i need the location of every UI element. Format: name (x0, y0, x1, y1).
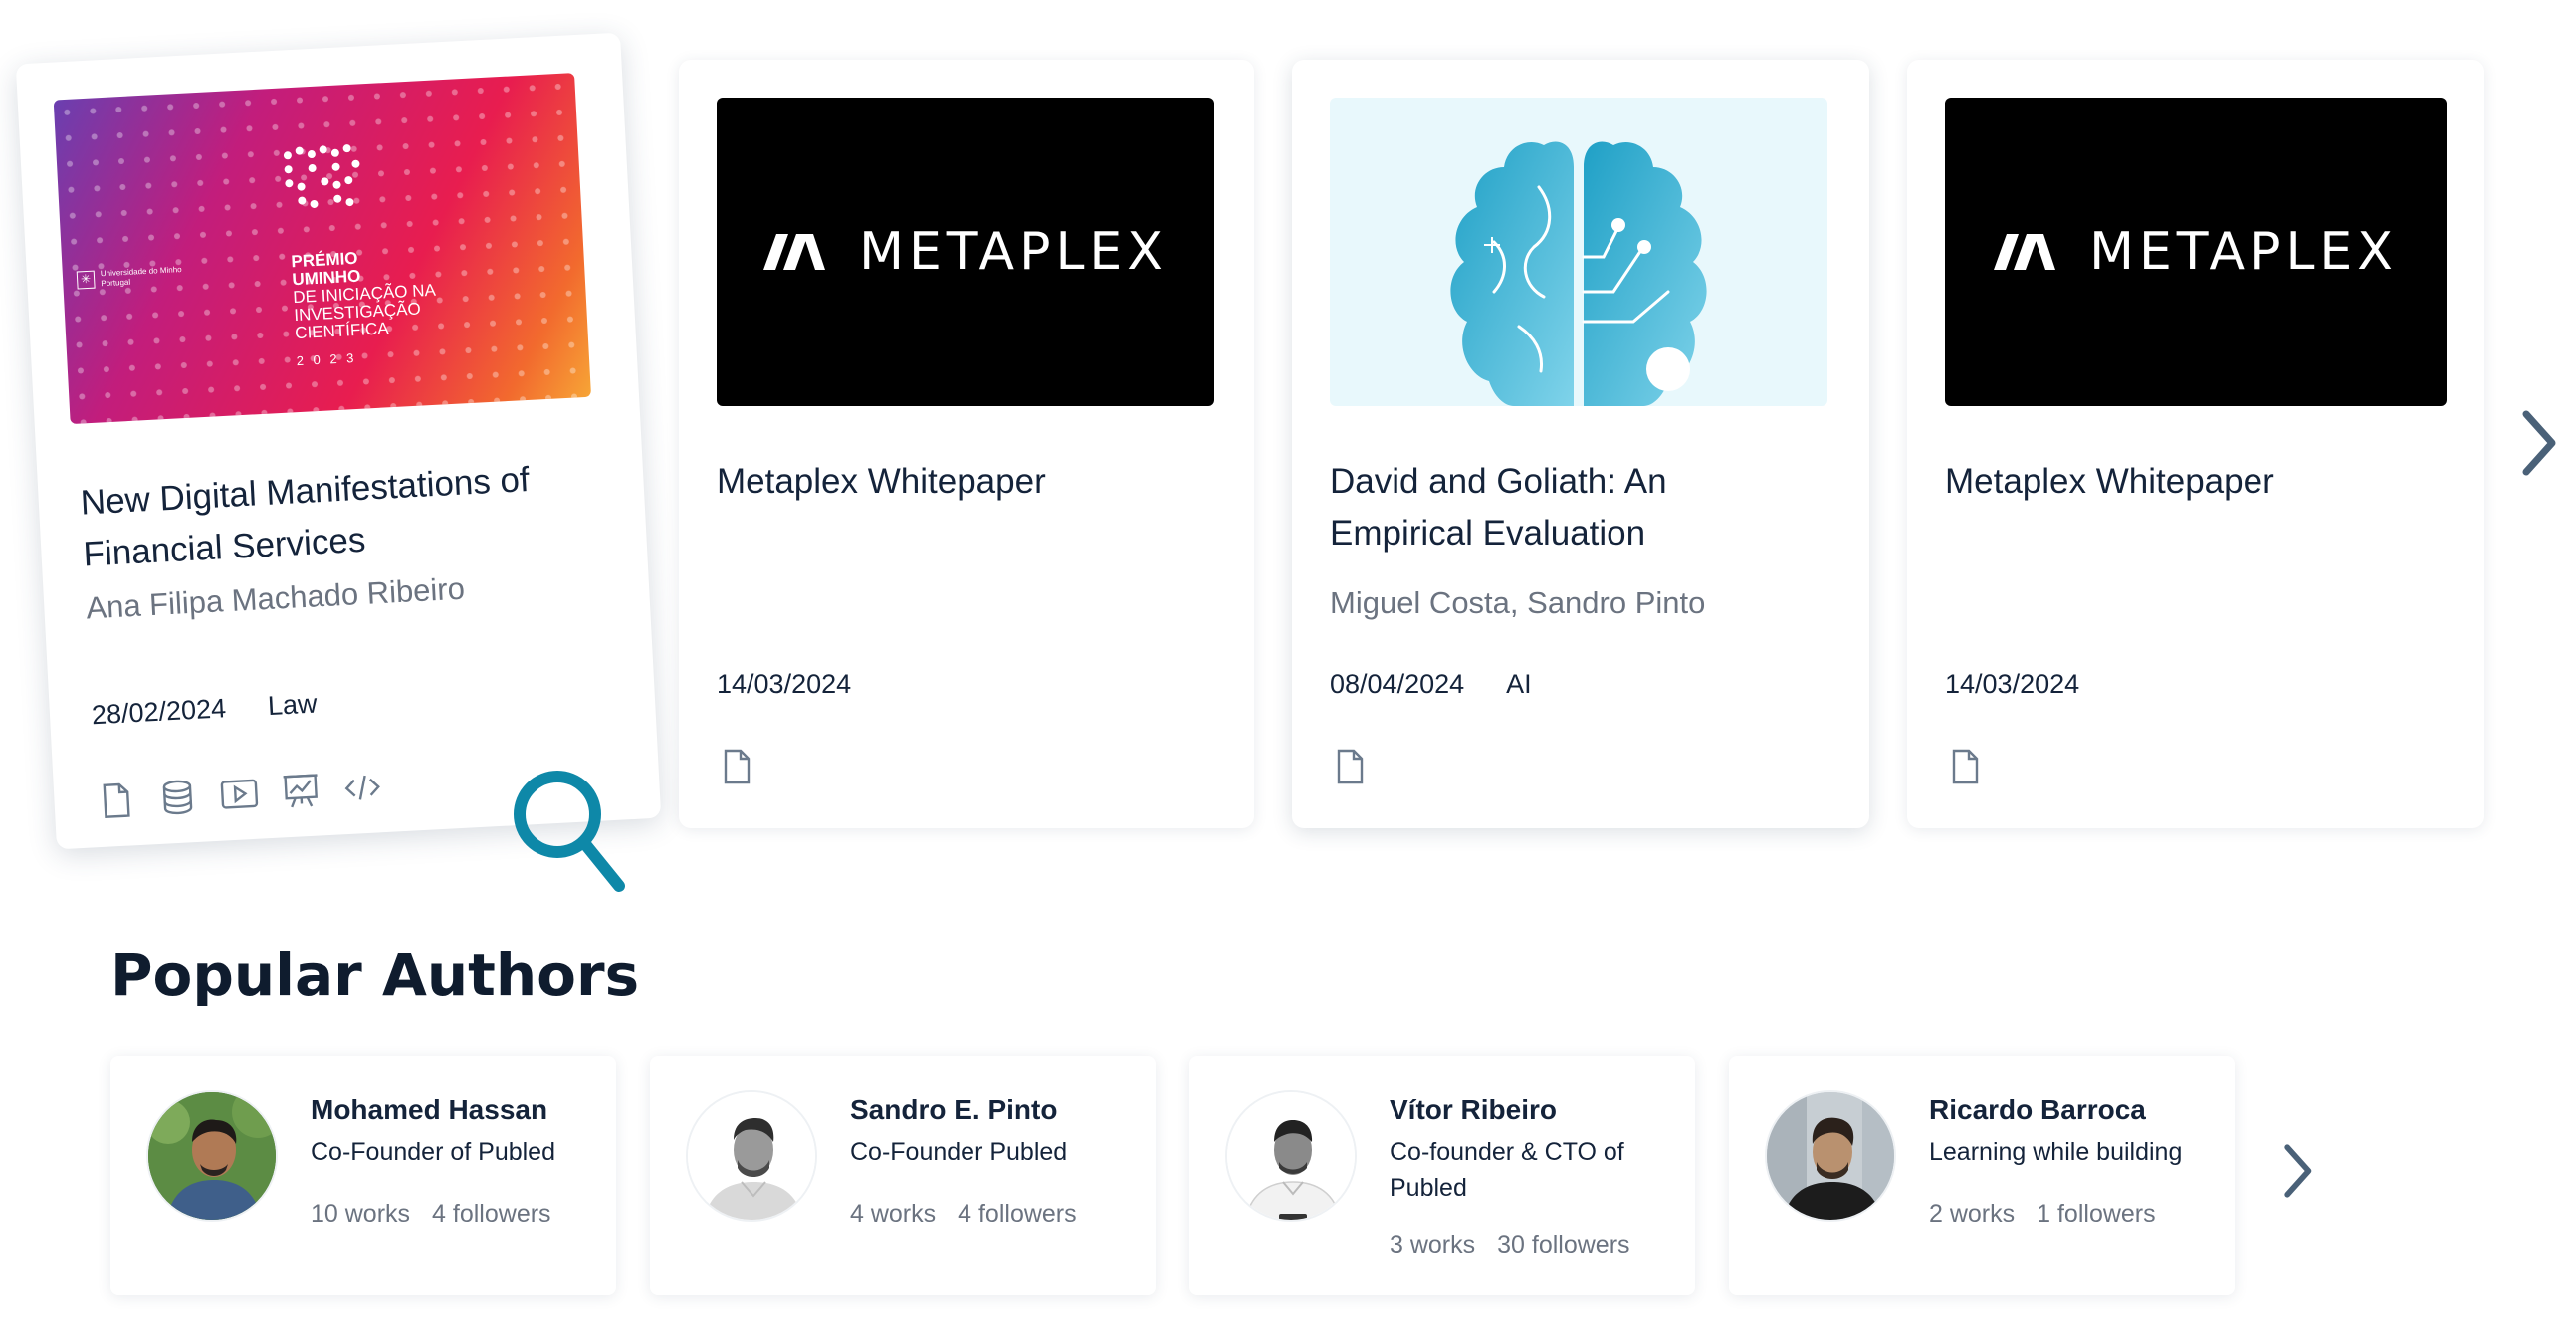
work-thumbnail: METAPLEX (1945, 98, 2447, 406)
work-title[interactable]: Metaplex Whitepaper (1945, 456, 2443, 508)
author-name[interactable]: Sandro E. Pinto (850, 1094, 1057, 1126)
works-next-button[interactable] (2516, 408, 2560, 478)
magnifier-icon (514, 771, 625, 892)
authors-next-button[interactable] (2279, 1141, 2315, 1201)
metaplex-logo-icon (1994, 234, 2056, 270)
work-authors[interactable]: Ana Filipa Machado Ribeiro (86, 571, 466, 627)
work-title[interactable]: David and Goliath: An Empirical Evaluati… (1330, 456, 1768, 559)
author-stats: 10 works 4 followers (311, 1200, 551, 1228)
document-icon[interactable] (717, 747, 756, 786)
avatar[interactable] (1765, 1090, 1896, 1222)
author-followers-count: 30 followers (1497, 1231, 1630, 1259)
work-title[interactable]: New Digital Manifestations of Financial … (80, 450, 602, 580)
avatar[interactable] (146, 1090, 278, 1222)
metaplex-wordmark: METAPLEX (859, 222, 1168, 282)
work-title[interactable]: Metaplex Whitepaper (717, 456, 1214, 508)
author-card-2[interactable]: Sandro E. Pinto Co-Founder Publed 4 work… (650, 1056, 1156, 1295)
database-icon[interactable] (156, 777, 198, 818)
work-meta: 28/02/2024 Law (91, 689, 318, 732)
work-authors[interactable]: Miguel Costa, Sandro Pinto (1330, 585, 1705, 621)
author-works-count: 4 works (850, 1200, 937, 1227)
author-role: Co-founder & CTO of Publed (1390, 1138, 1624, 1202)
author-followers-count: 1 followers (2037, 1200, 2156, 1227)
award-text: PRÉMIO UMINHO DE INICIAÇÃO NA INVESTIGAÇ… (291, 246, 440, 370)
work-meta: 14/03/2024 (1945, 669, 2079, 700)
work-card-3[interactable]: David and Goliath: An Empirical Evaluati… (1292, 60, 1869, 828)
document-icon[interactable] (1945, 747, 1985, 786)
author-stats: 4 works 4 followers (850, 1200, 1077, 1228)
author-card-1[interactable]: Mohamed Hassan Co-Founder of Publed 10 w… (110, 1056, 616, 1295)
author-works-count: 3 works (1390, 1231, 1476, 1259)
avatar[interactable] (1225, 1090, 1357, 1222)
video-icon[interactable] (218, 774, 260, 815)
document-icon[interactable] (1330, 747, 1370, 786)
author-works-count: 10 works (311, 1200, 411, 1227)
code-icon[interactable] (341, 767, 383, 808)
university-country: Portugal (101, 277, 131, 289)
work-resources (96, 767, 384, 821)
work-resources (717, 747, 756, 786)
work-date: 14/03/2024 (717, 669, 852, 699)
work-date: 14/03/2024 (1945, 669, 2080, 699)
work-card-1[interactable]: ✳ Universidade do Minho Portugal PRÉMIO … (15, 32, 662, 850)
work-meta: 08/04/2024 AI (1330, 669, 1532, 700)
award-emblem (283, 144, 360, 208)
presentation-icon[interactable] (280, 770, 322, 811)
brain-illustration (1450, 141, 1707, 406)
author-stats: 3 works 30 followers (1390, 1231, 1630, 1260)
work-meta: 14/03/2024 (717, 669, 851, 700)
chevron-right-icon (2284, 1144, 2312, 1198)
author-works-count: 2 works (1929, 1200, 2016, 1227)
work-card-2[interactable]: METAPLEX Metaplex Whitepaper 14/03/2024 (679, 60, 1254, 828)
author-followers-count: 4 followers (958, 1200, 1077, 1227)
author-followers-count: 4 followers (432, 1200, 551, 1227)
work-thumbnail: ✳ Universidade do Minho Portugal PRÉMIO … (53, 73, 592, 425)
work-date: 08/04/2024 (1330, 669, 1465, 699)
author-role: Co-Founder Publed (850, 1138, 1068, 1166)
work-card-4[interactable]: METAPLEX Metaplex Whitepaper 14/03/2024 (1907, 60, 2484, 828)
popular-authors-heading: Popular Authors (110, 941, 640, 1008)
author-name[interactable]: Vítor Ribeiro (1390, 1094, 1557, 1126)
chevron-right-icon (2522, 410, 2556, 476)
work-category[interactable]: AI (1506, 669, 1532, 700)
work-resources (1945, 747, 1985, 786)
author-name[interactable]: Mohamed Hassan (311, 1094, 547, 1126)
author-role: Learning while building (1929, 1138, 2183, 1166)
work-category[interactable]: Law (267, 689, 318, 723)
author-stats: 2 works 1 followers (1929, 1200, 2156, 1228)
metaplex-logo-icon (763, 234, 826, 270)
author-name[interactable]: Ricardo Barroca (1929, 1094, 2146, 1126)
work-date: 28/02/2024 (91, 693, 227, 731)
work-thumbnail: METAPLEX (717, 98, 1214, 406)
author-card-3[interactable]: Vítor Ribeiro Co-founder & CTO of Publed… (1189, 1056, 1695, 1295)
work-resources (1330, 747, 1370, 786)
author-card-4[interactable]: Ricardo Barroca Learning while building … (1729, 1056, 2235, 1295)
avatar[interactable] (686, 1090, 817, 1222)
author-role: Co-Founder of Publed (311, 1138, 555, 1166)
document-icon[interactable] (96, 780, 137, 821)
metaplex-wordmark: METAPLEX (2089, 222, 2398, 282)
work-thumbnail (1330, 98, 1827, 406)
